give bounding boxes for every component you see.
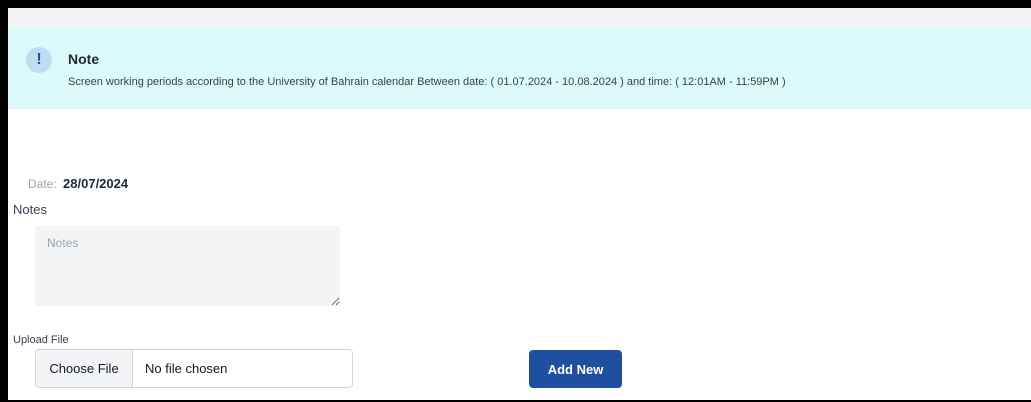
note-title: Note <box>68 51 100 67</box>
date-row: Date: 28/07/2024 <box>28 176 128 191</box>
choose-file-button[interactable]: Choose File <box>36 350 133 387</box>
note-banner: ! Note Screen working periods according … <box>8 28 1031 109</box>
exclamation-icon: ! <box>26 47 52 73</box>
page-frame: ! Note Screen working periods according … <box>0 0 1031 402</box>
date-value: 28/07/2024 <box>63 176 129 191</box>
file-input[interactable]: Choose File No file chosen <box>35 349 353 388</box>
date-label: Date: <box>28 177 57 191</box>
file-status-text: No file chosen <box>145 361 228 376</box>
notes-textarea[interactable] <box>35 226 340 306</box>
notes-label: Notes <box>13 202 47 217</box>
add-new-button[interactable]: Add New <box>529 350 622 388</box>
top-strip <box>8 8 1031 28</box>
note-text: Screen working periods according to the … <box>68 76 786 88</box>
upload-file-label: Upload File <box>13 334 69 346</box>
